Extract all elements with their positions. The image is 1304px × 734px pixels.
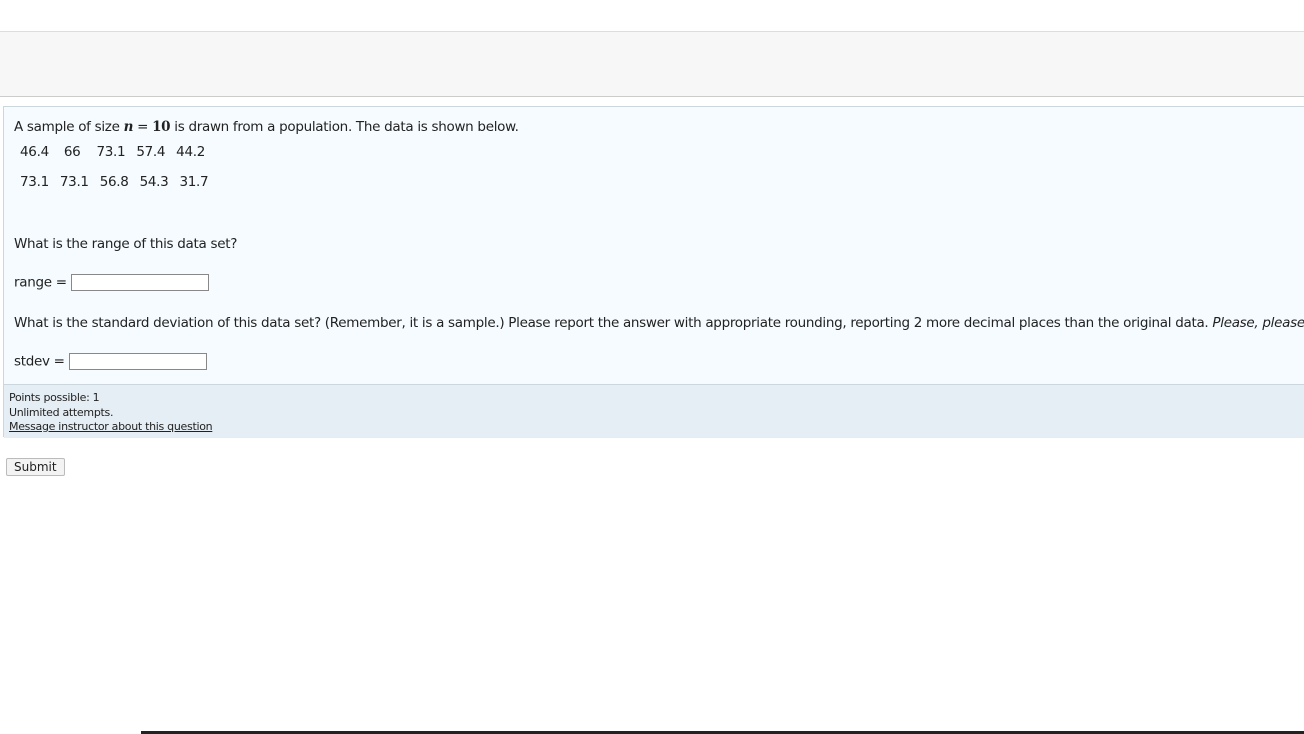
question-box: A sample of size n = 10 is drawn from a … bbox=[3, 106, 1304, 438]
intro-text-end: is drawn from a population. The data is … bbox=[170, 119, 519, 135]
data-cell: 54.3 bbox=[139, 174, 169, 190]
math-value: 10 bbox=[152, 119, 171, 135]
data-row: 46.4 66 73.1 57.4 44.2 bbox=[20, 144, 216, 160]
data-cell: 66 bbox=[63, 144, 81, 160]
question-intro: A sample of size n = 10 is drawn from a … bbox=[14, 119, 519, 135]
stdev-question: What is the standard deviation of this d… bbox=[14, 315, 1304, 331]
data-cell: 56.8 bbox=[99, 174, 129, 190]
range-row: range = bbox=[14, 274, 209, 291]
attempts-info: Unlimited attempts. bbox=[9, 405, 114, 419]
data-row: 73.1 73.1 56.8 54.3 31.7 bbox=[20, 174, 219, 190]
data-cell: 73.1 bbox=[96, 144, 126, 160]
data-cell: 57.4 bbox=[136, 144, 166, 160]
submit-button[interactable]: Submit bbox=[6, 458, 65, 476]
stdev-question-italic: Please, please, please c bbox=[1212, 315, 1304, 331]
range-input[interactable] bbox=[70, 274, 209, 291]
stdev-input[interactable] bbox=[68, 353, 207, 370]
math-eq: = bbox=[133, 119, 153, 135]
question-footer: Points possible: 1 Unlimited attempts. M… bbox=[4, 384, 1304, 438]
data-cell: 31.7 bbox=[179, 174, 209, 190]
data-cell: 44.2 bbox=[176, 144, 206, 160]
stdev-row: stdev = bbox=[14, 353, 207, 370]
stdev-label: stdev = bbox=[14, 353, 65, 370]
header-band bbox=[0, 31, 1304, 97]
data-cell: 73.1 bbox=[20, 174, 49, 190]
data-cell: 73.1 bbox=[59, 174, 89, 190]
stdev-question-text: What is the standard deviation of this d… bbox=[14, 315, 1213, 331]
intro-text: A sample of size bbox=[14, 119, 124, 135]
points-possible: Points possible: 1 bbox=[9, 391, 100, 404]
range-label: range = bbox=[14, 274, 67, 291]
data-cell: 46.4 bbox=[20, 144, 49, 160]
message-instructor-link[interactable]: Message instructor about this question bbox=[9, 420, 213, 433]
range-question: What is the range of this data set? bbox=[14, 236, 238, 252]
math-n: n bbox=[123, 119, 134, 135]
